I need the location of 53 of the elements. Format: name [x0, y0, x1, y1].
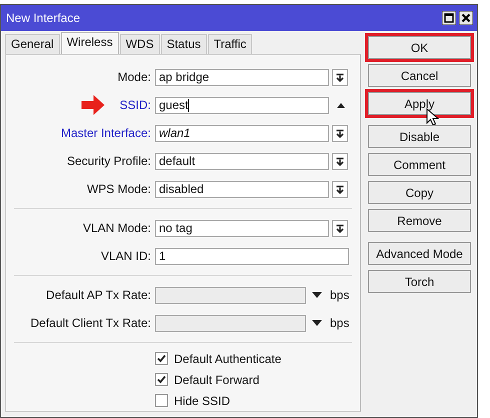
input-field[interactable]: 1 — [155, 248, 349, 264]
dialog-button[interactable]: Apply — [368, 92, 471, 115]
tab[interactable]: Traffic — [208, 34, 252, 54]
checkbox-label: Hide SSID — [174, 394, 230, 408]
dialog-button[interactable]: Advanced Mode — [368, 242, 471, 265]
field-label: VLAN ID: — [100, 249, 151, 263]
dropdown-icon[interactable] — [332, 124, 348, 142]
dropdown-field[interactable]: no tag — [155, 220, 329, 236]
tab[interactable]: Wireless — [60, 32, 119, 54]
checkbox[interactable] — [155, 352, 168, 365]
checkbox-label: Default Forward — [174, 372, 260, 386]
dialog-button[interactable]: Disable — [368, 125, 471, 148]
checkmark-icon — [156, 353, 167, 364]
unit-label: bps — [330, 288, 350, 302]
dropdown-icon[interactable] — [332, 220, 348, 236]
field-label: Default AP Tx Rate: — [46, 288, 151, 302]
field-label: VLAN Mode: — [82, 221, 151, 235]
dialog-button[interactable]: Torch — [368, 270, 471, 293]
input-field[interactable] — [155, 314, 306, 332]
unit-label: bps — [330, 316, 350, 330]
maximize-icon[interactable] — [442, 11, 456, 25]
field-label: Mode: — [118, 70, 151, 84]
dropdown-field[interactable]: disabled — [155, 180, 329, 198]
checkbox-label: Default Authenticate — [174, 352, 282, 366]
field-label: Security Profile: — [66, 154, 151, 168]
field-label: Default Client Tx Rate: — [30, 316, 151, 330]
dropdown-icon[interactable] — [312, 319, 322, 327]
field-label: WPS Mode: — [86, 182, 151, 196]
input-field[interactable] — [155, 286, 306, 304]
tab[interactable]: Status — [160, 34, 207, 54]
dialog-button[interactable]: Remove — [368, 209, 471, 232]
dropdown-field[interactable]: default — [155, 152, 329, 170]
collapse-icon[interactable] — [336, 101, 346, 109]
dropdown-field[interactable]: ap bridge — [155, 68, 329, 86]
dialog-button[interactable]: Copy — [368, 181, 471, 204]
dropdown-icon[interactable] — [312, 291, 322, 299]
checkbox[interactable] — [155, 394, 168, 407]
close-icon[interactable] — [459, 11, 473, 25]
checkbox[interactable] — [155, 373, 168, 386]
field-label: Master Interface: — [60, 126, 151, 140]
input-field[interactable]: guest — [155, 96, 329, 114]
dropdown-field[interactable]: wlan1 — [155, 124, 329, 142]
dialog-button[interactable]: Comment — [368, 153, 471, 176]
dialog-button[interactable]: OK — [368, 36, 471, 59]
checkmark-icon — [156, 374, 167, 385]
dropdown-icon[interactable] — [332, 180, 348, 198]
tab[interactable]: General — [5, 34, 60, 54]
dropdown-icon[interactable] — [332, 68, 348, 86]
field-label: SSID: — [120, 98, 151, 112]
dialog-button[interactable]: Cancel — [368, 64, 471, 87]
dropdown-icon[interactable] — [332, 152, 348, 170]
tab[interactable]: WDS — [120, 34, 160, 54]
window-title: New Interface — [6, 11, 80, 25]
